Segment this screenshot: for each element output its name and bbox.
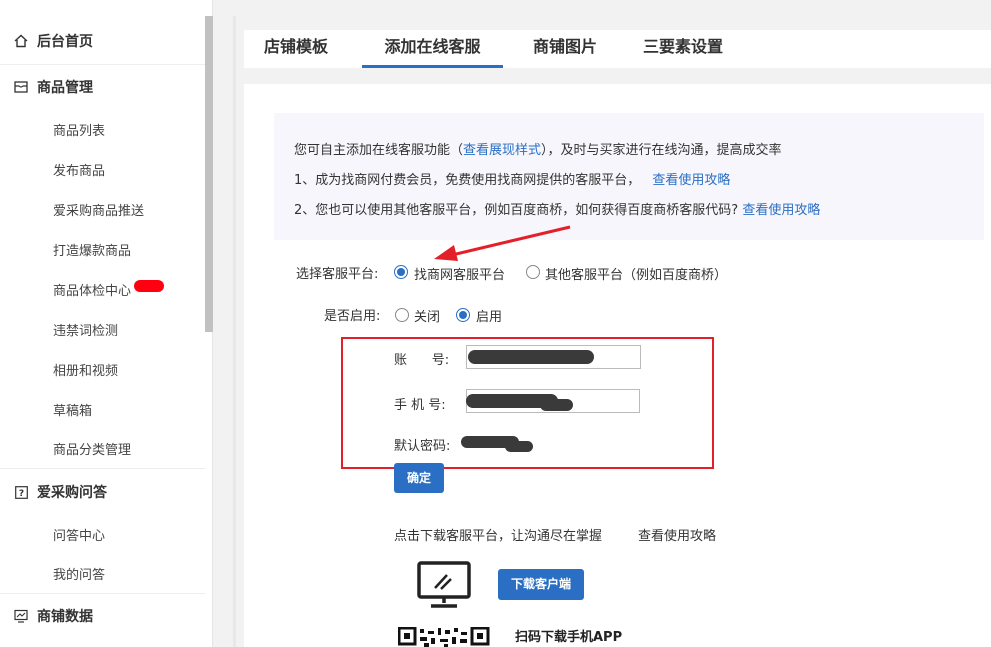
app-download-text: 扫码下载手机APP [515,630,623,645]
info-line-2: 1、成为找商网付费会员，免费使用找商网提供的客服平台， 查看使用攻略 [294,173,731,188]
sidebar-item-label: 商品体检中心 [53,283,132,299]
sidebar-item-label: 后台首页 [37,34,93,50]
sidebar-item-push-goods[interactable]: 爱采购商品推送 [0,189,205,229]
radio-enable-on[interactable] [456,308,470,322]
info-notice: 您可自主添加在线客服功能（查看展现样式），及时与买家进行在线沟通，提高成交率 1… [274,113,984,240]
download-text: 点击下载客服平台，让沟通尽在掌握 [394,529,603,544]
platform-label: 选择客服平台: [296,267,379,282]
monitor-chart-icon [13,608,29,624]
download-client-button[interactable]: 下载客户端 [498,569,584,600]
info-line-1: 您可自主添加在线客服功能（查看展现样式），及时与买家进行在线沟通，提高成交率 [294,143,782,158]
download-guide-link[interactable]: 查看使用攻略 [638,525,716,544]
sidebar-item-home[interactable]: 后台首页 [0,18,205,65]
sidebar-item-category-manage[interactable]: 商品分类管理 [0,429,205,469]
sidebar-item-hot-goods[interactable]: 打造爆款商品 [0,229,205,269]
sidebar-item-album-video[interactable]: 相册和视频 [0,349,205,389]
question-icon: ? [13,484,29,500]
sidebar-section-shop-data[interactable]: 商铺数据 [0,594,205,638]
home-icon [13,33,29,49]
password-label: 默认密码: [394,439,451,454]
sidebar-item-check-center[interactable]: 商品体检中心 [0,269,205,309]
info-line-3: 2、您也可以使用其他客服平台，例如百度商桥，如何获得百度商桥客服代码? 查看使用… [294,203,821,218]
sidebar-item-qa-center[interactable]: 问答中心 [0,514,205,554]
sidebar-scrollbar[interactable] [205,16,213,332]
guide-link-1[interactable]: 查看使用攻略 [652,173,730,188]
redacted-account [468,350,594,364]
tab-add-online-service[interactable]: 添加在线客服 [362,30,503,68]
radio-platform-other[interactable] [526,265,540,279]
sidebar-section-qa[interactable]: ? 爱采购问答 [0,470,205,514]
phone-label: 手 机 号: [394,398,446,413]
sidebar-item-my-qa[interactable]: 我的问答 [0,554,205,594]
radio-platform-zhaoshang-label[interactable]: 找商网客服平台 [414,264,505,283]
desktop-client-icon [417,561,471,608]
account-label: 账 号: [394,353,450,368]
radio-enable-off[interactable] [395,308,409,322]
radio-platform-other-label[interactable]: 其他客服平台（例如百度商桥） [545,264,727,283]
tab-shop-template[interactable]: 店铺模板 [244,30,348,68]
redacted-password-tail [505,441,533,452]
annotation-arrow [434,225,571,261]
tab-bar: 店铺模板 添加在线客服 商铺图片 三要素设置 [244,30,991,68]
sidebar-section-label: 商品管理 [37,80,93,96]
sidebar-item-publish-goods[interactable]: 发布商品 [0,149,205,189]
new-badge [134,280,165,292]
enable-label: 是否启用: [324,309,381,324]
radio-platform-zhaoshang[interactable] [394,265,408,279]
view-style-link[interactable]: 查看展现样式 [463,143,541,158]
tab-three-elements[interactable]: 三要素设置 [627,30,739,68]
tab-shop-images[interactable]: 商铺图片 [518,30,612,68]
qr-code-icon [398,627,490,647]
content-divider [233,16,236,647]
radio-enable-on-label[interactable]: 启用 [476,306,502,325]
sidebar: 后台首页 商品管理 商品列表 发布商品 爱采购商品推送 打造爆款商品 商品体检中… [0,0,213,647]
sidebar-item-goods-list[interactable]: 商品列表 [0,109,205,149]
svg-text:?: ? [18,489,23,499]
sidebar-item-drafts[interactable]: 草稿箱 [0,389,205,429]
radio-enable-off-label[interactable]: 关闭 [414,306,440,325]
sidebar-section-label: 爱采购问答 [37,485,107,501]
redacted-phone-tail [540,399,573,411]
guide-link-2[interactable]: 查看使用攻略 [742,203,820,218]
confirm-button[interactable]: 确定 [394,463,444,493]
sidebar-item-banned-words[interactable]: 违禁词检测 [0,309,205,349]
sidebar-section-label: 商铺数据 [37,609,93,625]
box-icon [13,79,29,95]
sidebar-section-goods[interactable]: 商品管理 [0,65,205,109]
